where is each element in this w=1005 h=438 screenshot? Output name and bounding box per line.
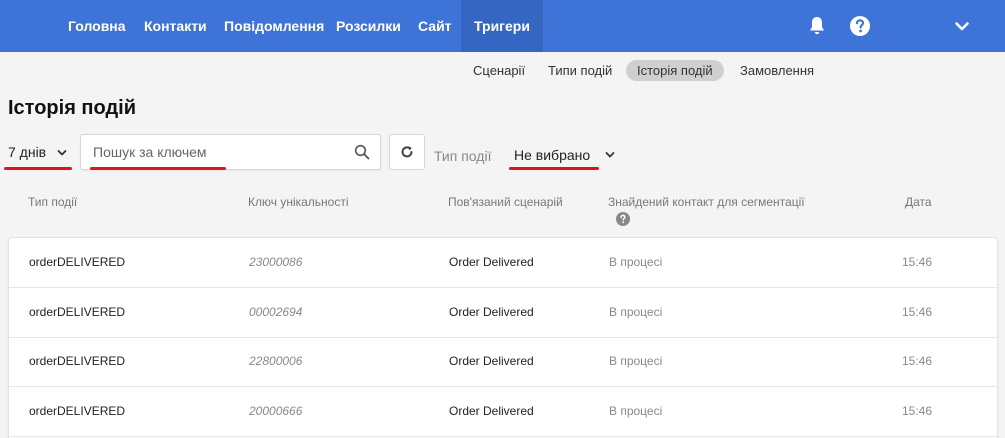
search-input[interactable] xyxy=(93,141,343,163)
events-table: orderDELIVERED 23000086 Order Delivered … xyxy=(8,237,998,438)
cell-unique-key: 00002694 xyxy=(249,305,303,319)
cell-unique-key: 22800006 xyxy=(249,354,303,368)
nav-item-mailings[interactable]: Розсилки xyxy=(336,0,401,52)
event-type-highlight-underline xyxy=(509,167,599,170)
column-header-segment-contact: Знайдений контакт для сегментації xyxy=(608,195,805,209)
event-type-dropdown[interactable]: Не вибрано xyxy=(509,140,619,166)
period-highlight-underline xyxy=(4,167,72,170)
chevron-down-icon xyxy=(605,152,615,158)
nav-item-home[interactable]: Головна xyxy=(68,0,126,52)
chevron-down-icon xyxy=(57,150,67,156)
cell-scenario[interactable]: Order Delivered xyxy=(449,354,534,368)
cell-unique-key: 23000086 xyxy=(249,255,303,269)
table-row[interactable]: orderDELIVERED 23000086 Order Delivered … xyxy=(9,238,997,288)
period-value: 7 днів xyxy=(8,144,47,160)
cell-event-type: orderDELIVERED xyxy=(29,354,126,368)
search-icon[interactable] xyxy=(354,144,370,160)
bell-icon[interactable] xyxy=(805,14,829,38)
refresh-icon xyxy=(401,146,413,158)
nav-item-triggers[interactable]: Тригери xyxy=(461,0,543,52)
cell-event-type: orderDELIVERED xyxy=(29,255,126,269)
cell-date: 15:46 xyxy=(902,255,933,269)
page-title: Історія подій xyxy=(8,97,137,119)
cell-event-type: orderDELIVERED xyxy=(29,305,126,319)
nav-item-contacts[interactable]: Контакти xyxy=(144,0,207,52)
column-header-scenario: Пов'язаний сценарій xyxy=(448,195,563,209)
cell-scenario[interactable]: Order Delivered xyxy=(449,404,534,418)
help-icon[interactable] xyxy=(848,14,872,38)
nav-item-site[interactable]: Сайт xyxy=(418,0,452,52)
cell-scenario[interactable]: Order Delivered xyxy=(449,255,534,269)
chevron-down-icon[interactable] xyxy=(950,14,974,38)
table-row[interactable]: orderDELIVERED 22800006 Order Delivered … xyxy=(9,337,997,387)
subnav-orders[interactable]: Замовлення xyxy=(740,60,814,81)
subnav-scenarios[interactable]: Сценарії xyxy=(473,60,525,81)
cell-segment-status: В процесі xyxy=(609,354,663,368)
cell-unique-key: 20000666 xyxy=(249,404,303,418)
column-header-unique-key: Ключ унікальності xyxy=(248,195,349,209)
top-navigation: Головна Контакти Повідомлення Розсилки С… xyxy=(0,0,1005,52)
column-header-date: Дата xyxy=(905,195,932,209)
cell-event-type: orderDELIVERED xyxy=(29,404,126,418)
cell-date: 15:46 xyxy=(902,404,933,418)
cell-date: 15:46 xyxy=(902,354,933,368)
nav-item-messages[interactable]: Повідомлення xyxy=(224,0,324,52)
period-dropdown[interactable]: 7 днів xyxy=(4,140,74,166)
cell-segment-status: В процесі xyxy=(609,305,663,319)
subnav-event-history[interactable]: Історія подій xyxy=(626,60,724,81)
event-type-value: Не вибрано xyxy=(514,147,591,163)
column-header-event-type: Тип події xyxy=(28,195,78,209)
refresh-button[interactable] xyxy=(389,134,425,170)
subnav-event-types[interactable]: Типи подій xyxy=(548,60,612,81)
cell-date: 15:46 xyxy=(902,305,933,319)
event-type-label: Тип події xyxy=(434,148,492,164)
search-box xyxy=(80,134,381,170)
cell-segment-status: В процесі xyxy=(609,255,663,269)
table-row[interactable]: orderDELIVERED 00002694 Order Delivered … xyxy=(9,288,997,338)
question-icon[interactable] xyxy=(616,212,630,226)
search-highlight-underline xyxy=(90,167,226,170)
cell-scenario[interactable]: Order Delivered xyxy=(449,305,534,319)
cell-segment-status: В процесі xyxy=(609,404,663,418)
table-row[interactable]: orderDELIVERED 20000666 Order Delivered … xyxy=(9,387,997,437)
